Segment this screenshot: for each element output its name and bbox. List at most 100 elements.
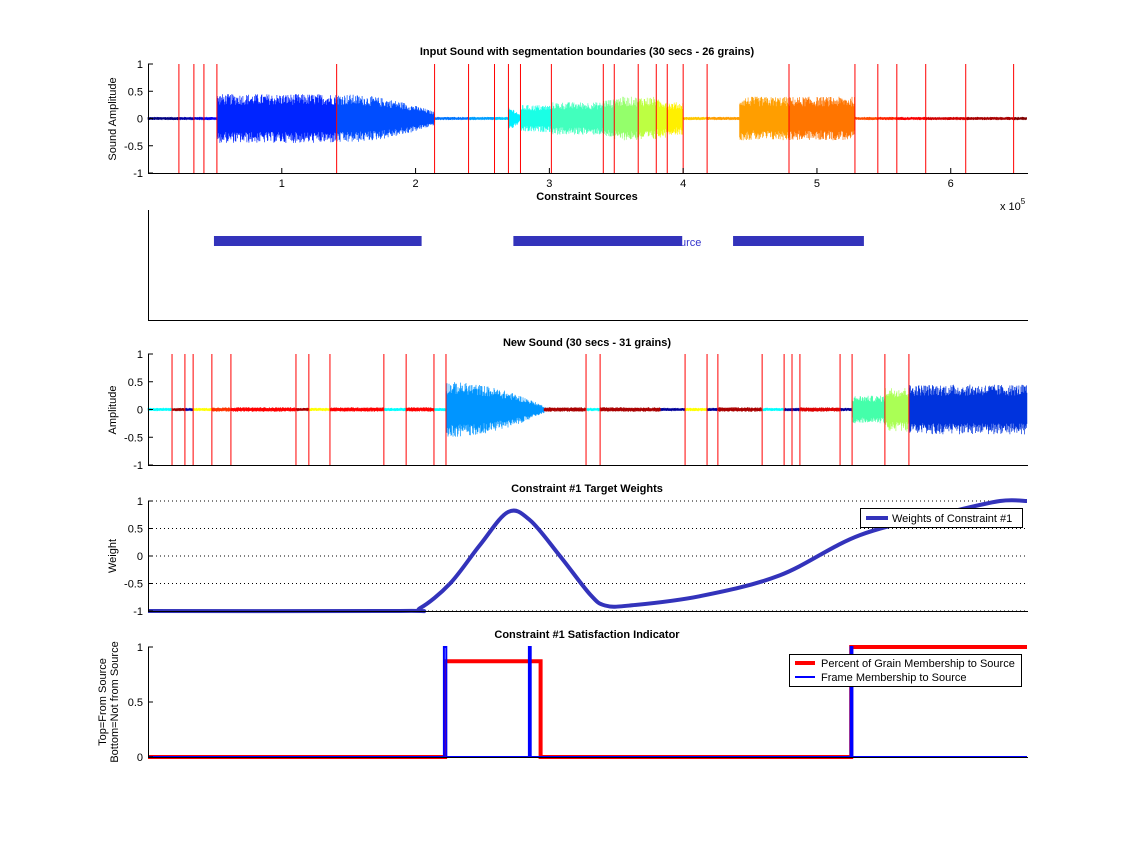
satisfaction-axes: Constraint #1 Satisfaction Indicator Top… [97, 629, 1028, 764]
y-tick-label: 0 [137, 752, 143, 764]
y-tick-label: 1 [137, 642, 143, 654]
input-sound-title: Input Sound with segmentation boundaries… [420, 46, 755, 58]
y-tick-label: -0.5 [124, 432, 143, 444]
y-tick-label: 1 [137, 496, 143, 508]
waveform-segment [602, 99, 615, 137]
waveform-segment [433, 407, 447, 412]
waveform-segment [551, 102, 604, 135]
new-sound-axes: New Sound (30 secs - 31 grains) Amplitud… [107, 337, 1028, 472]
waveform-segment [613, 96, 639, 141]
waveform-segment [543, 407, 586, 412]
waveform-segment [520, 105, 552, 133]
x-multiplier: x 105 [1000, 197, 1026, 213]
y-tick-label: -1 [133, 606, 143, 618]
y-tick-label: 1 [137, 349, 143, 361]
weights-legend[interactable]: Weights of Constraint #1 [860, 508, 1023, 528]
waveform-segment [192, 407, 212, 412]
constraint-sources-axes: Constraint Sources urce [148, 191, 1028, 321]
waveform-segment [655, 99, 668, 138]
waveform-segment [336, 94, 435, 142]
waveform-segment [171, 407, 185, 412]
figure: Input Sound with segmentation boundaries… [97, 46, 1028, 764]
x-tick-label: 5 [814, 178, 820, 190]
waveform-segment [193, 116, 205, 121]
waveform-segment [599, 407, 661, 412]
waveform-segment [295, 407, 309, 412]
waveform-segment [684, 407, 707, 412]
constraint-source-bars [213, 236, 864, 246]
waveform-segment [637, 96, 657, 139]
waveform-segment [329, 407, 384, 412]
waveform-segment [666, 102, 684, 135]
waveform-segment [508, 107, 521, 129]
constraint-sources-title: Constraint Sources [536, 191, 637, 203]
waveform-segment [896, 116, 926, 121]
waveform-segment [383, 407, 407, 412]
y-tick-label: 0.5 [128, 697, 143, 709]
y-tick-label: 0.5 [128, 86, 143, 98]
waveform-segment [854, 116, 878, 121]
waveform-segment [660, 407, 686, 412]
waveform-segment [839, 407, 853, 412]
x-tick-label: 4 [680, 178, 686, 190]
y-tick-label: -0.5 [124, 579, 143, 591]
target-weights-ylabel: Weight [107, 539, 119, 573]
waveform-segment [799, 407, 841, 412]
waveform-segment [884, 388, 910, 432]
waveform-segment [965, 116, 1014, 121]
legend-label-frame: Frame Membership to Source [821, 672, 967, 684]
waveform-segment [308, 407, 331, 412]
x-tick-label: 3 [546, 178, 552, 190]
satisfaction-title: Constraint #1 Satisfaction Indicator [494, 629, 680, 641]
x-tick-label: 1 [279, 178, 285, 190]
waveform-segment [494, 116, 509, 121]
waveform-segment [468, 116, 495, 121]
waveform-segment [706, 407, 718, 412]
waveform-segment [1013, 116, 1027, 121]
waveform-segment [706, 96, 789, 141]
waveform-segment [925, 116, 967, 121]
input-sound-axes: Input Sound with segmentation boundaries… [107, 46, 1028, 213]
new-sound-waveform [147, 382, 1028, 437]
satisfaction-legend[interactable]: Percent of Grain Membership to Source Fr… [789, 654, 1022, 687]
waveform-segment [434, 116, 469, 121]
y-tick-label: 0 [137, 551, 143, 563]
constraint-source-bar [513, 236, 683, 246]
waveform-segment [585, 407, 601, 412]
input-sound-waveform [147, 94, 1027, 143]
satisfaction-ylabel-line2: Bottom=Not from Source [109, 641, 121, 762]
waveform-segment [405, 407, 434, 412]
legend-label-grain: Percent of Grain Membership to Source [821, 658, 1015, 670]
waveform-segment [203, 116, 217, 121]
y-tick-label: 0 [137, 405, 143, 417]
waveform-segment [211, 407, 232, 412]
waveform-segment [877, 116, 897, 121]
y-tick-label: 0.5 [128, 377, 143, 389]
target-weights-title: Constraint #1 Target Weights [511, 483, 663, 495]
waveform-segment [230, 407, 297, 412]
input-sound-ylabel: Sound Amplitude [107, 77, 119, 160]
waveform-segment [682, 116, 708, 121]
y-tick-label: 0.5 [128, 524, 143, 536]
satisfaction-ylabel-line1: Top=From Source [97, 658, 109, 746]
waveform-segment [445, 382, 545, 437]
legend-fragment: urce [680, 237, 701, 249]
new-sound-title: New Sound (30 secs - 31 grains) [503, 337, 671, 349]
waveform-segment [717, 407, 763, 412]
waveform-segment [761, 407, 784, 412]
target-weights-axes: Constraint #1 Target Weights Weight 1 0.5… [107, 483, 1028, 618]
y-tick-label: -1 [133, 460, 143, 472]
constraint-source-bar [733, 236, 864, 246]
waveform-segment [178, 116, 194, 121]
waveform-segment [908, 384, 1028, 435]
waveform-segment [788, 96, 855, 141]
x-tick-label: 6 [948, 178, 954, 190]
new-sound-ylabel: Amplitude [107, 386, 119, 435]
y-tick-label: -0.5 [124, 141, 143, 153]
waveform-segment [851, 395, 885, 424]
x-tick-label: 2 [413, 178, 419, 190]
y-tick-label: -1 [133, 168, 143, 180]
y-tick-label: 1 [137, 59, 143, 71]
waveform-segment [216, 94, 337, 143]
constraint-source-bar [213, 236, 422, 246]
